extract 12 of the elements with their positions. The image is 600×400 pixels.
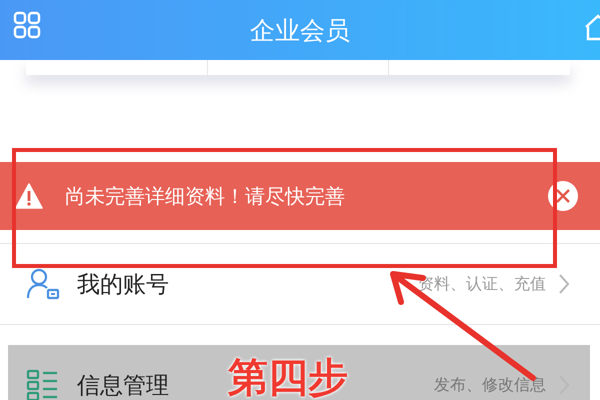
- list-icon: [26, 369, 60, 400]
- home-icon[interactable]: [584, 13, 600, 41]
- menu-label: 我的账号: [77, 270, 169, 300]
- warning-icon: [15, 183, 43, 209]
- grid-icon[interactable]: [13, 11, 41, 39]
- close-icon[interactable]: [548, 181, 578, 211]
- step-label: 第四步: [228, 354, 348, 400]
- user-icon: [26, 268, 60, 300]
- chevron-icon: [558, 273, 570, 295]
- page-title: 企业会员: [250, 14, 350, 46]
- alert-message: 尚未完善详细资料！请尽快完善: [65, 182, 346, 210]
- menu-label: 信息管理: [77, 372, 169, 400]
